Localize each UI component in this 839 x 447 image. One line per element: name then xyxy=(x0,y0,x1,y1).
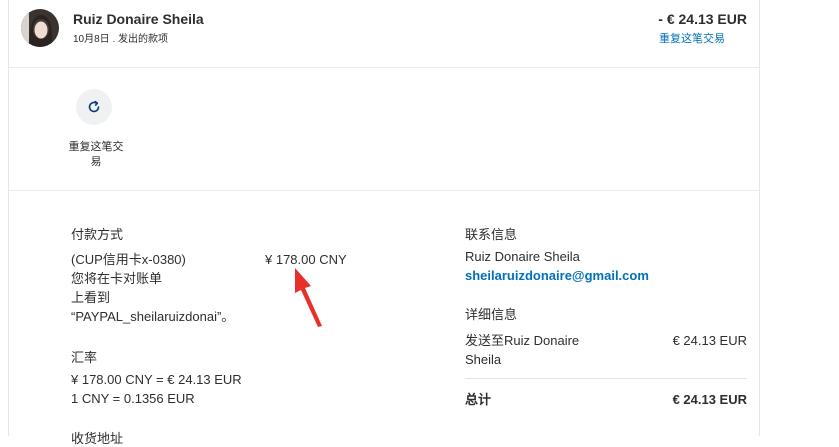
refresh-icon xyxy=(88,100,100,113)
repeat-transaction-link[interactable]: 重复这笔交易 xyxy=(659,30,725,46)
payment-method-heading: 付款方式 xyxy=(71,227,124,242)
avatar xyxy=(21,9,59,47)
exchange-rate-line: ¥ 178.00 CNY = € 24.13 EUR xyxy=(71,372,242,387)
payment-method-line: (CUP信用卡x-0380) xyxy=(71,252,186,267)
shipping-address-heading: 收货地址 xyxy=(71,431,124,446)
sent-amount: € 24.13 EUR xyxy=(672,333,747,348)
total-amount: € 24.13 EUR xyxy=(672,392,747,407)
payment-method-line: 您将在卡对账单 xyxy=(71,271,163,286)
repeat-transaction-label: 重复这笔交 易 xyxy=(68,141,124,168)
payment-method-line: “PAYPAL_sheilaruizdonai”。 xyxy=(71,309,235,324)
counterparty-name: Ruiz Donaire Sheila xyxy=(73,11,204,27)
transaction-amount: - € 24.13 EUR xyxy=(658,11,747,27)
transaction-date-type: 10月8日 . 发出的款项 xyxy=(73,34,169,45)
divider xyxy=(9,67,759,68)
contact-email-link[interactable]: sheilaruizdonaire@gmail.com xyxy=(465,266,649,285)
contact-info-heading: 联系信息 xyxy=(465,227,518,242)
details-heading: 详细信息 xyxy=(465,307,518,322)
exchange-rate-line: 1 CNY = 0.1356 EUR xyxy=(71,391,195,406)
payment-method-line: 上看到 xyxy=(71,290,111,305)
transaction-card: Ruiz Donaire Sheila 10月8日 . 发出的款项 - € 24… xyxy=(8,0,760,446)
contact-name: Ruiz Donaire Sheila xyxy=(465,249,580,264)
repeat-transaction-button[interactable] xyxy=(76,89,112,125)
total-label: 总计 xyxy=(465,392,492,407)
red-arrow-icon xyxy=(295,268,322,327)
divider xyxy=(9,190,759,191)
exchange-rate-heading: 汇率 xyxy=(71,350,98,365)
divider xyxy=(465,378,747,379)
sent-to-label: 发送至Ruiz Donaire Sheila xyxy=(465,333,580,367)
